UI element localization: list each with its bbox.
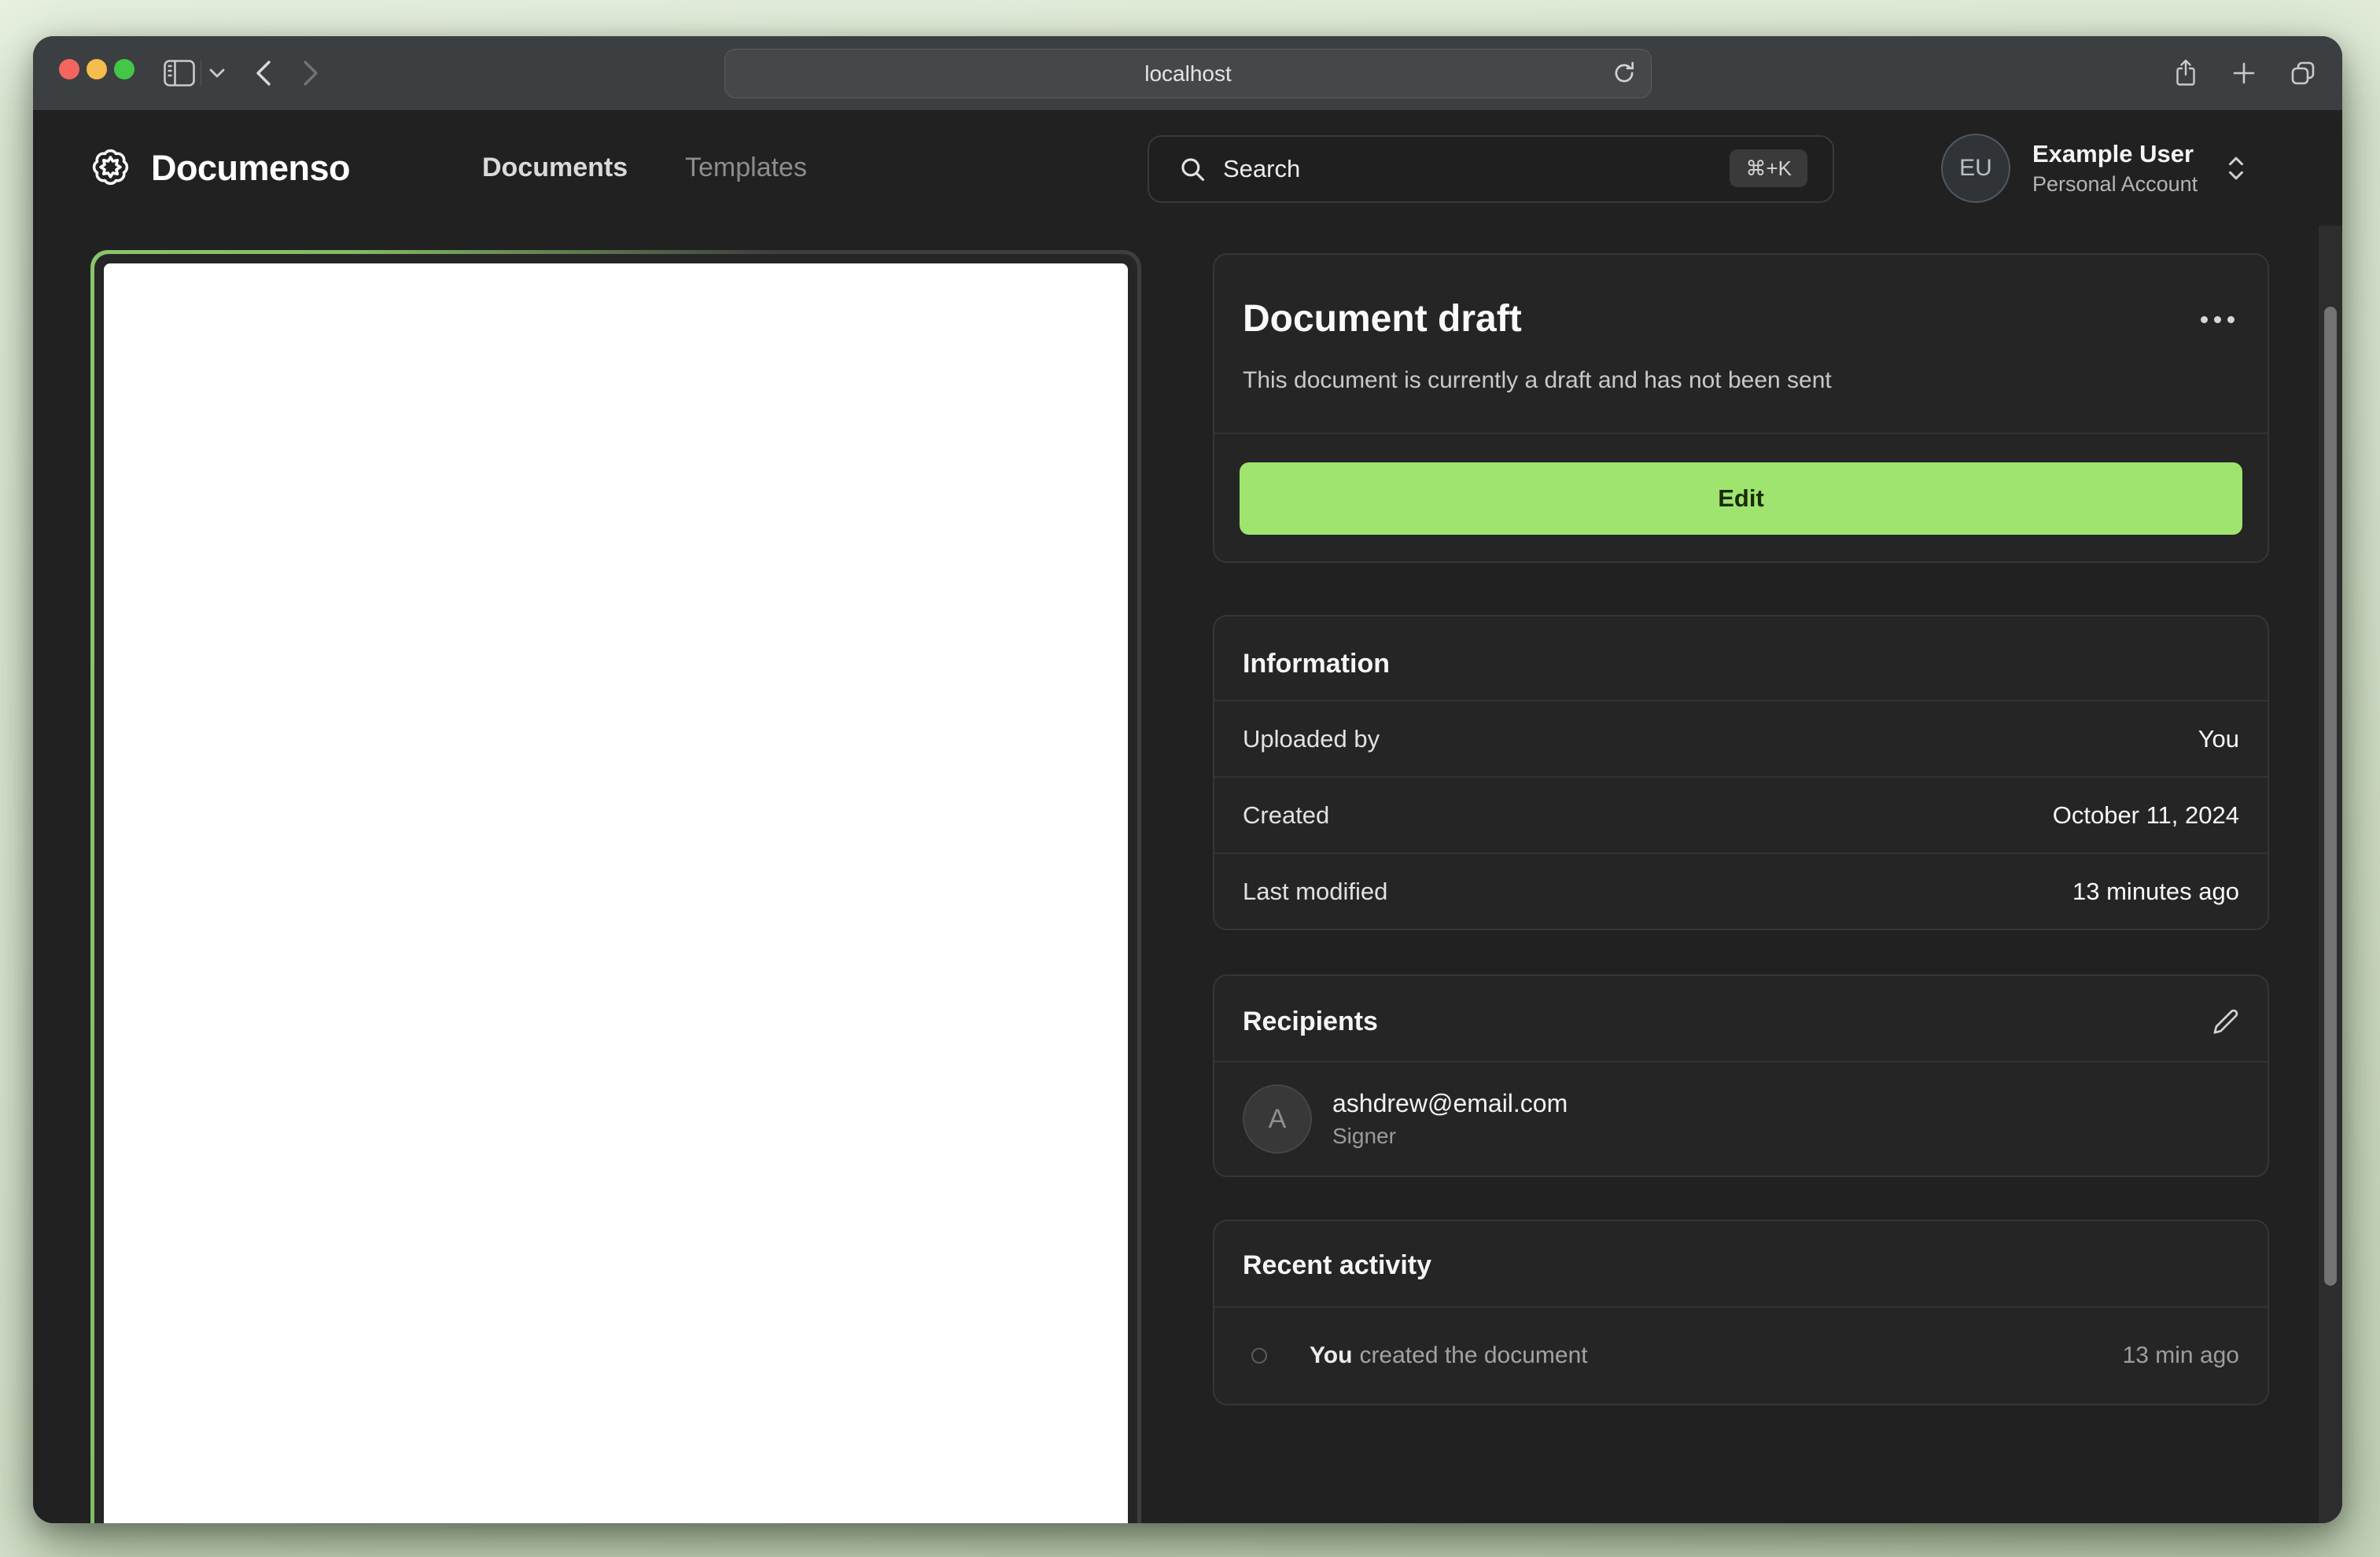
- user-initials: EU: [1959, 154, 1992, 181]
- document-preview-inner: [94, 254, 1137, 1523]
- user-info: Example User Personal Account: [2032, 139, 2198, 197]
- chevron-up-down-icon: [2224, 151, 2248, 186]
- recipient-initial: A: [1268, 1103, 1287, 1134]
- search-input[interactable]: Search ⌘+K: [1148, 135, 1834, 203]
- scrollbar-thumb[interactable]: [2324, 307, 2337, 1286]
- edit-button[interactable]: Edit: [1240, 462, 2242, 535]
- info-row-uploaded-by: Uploaded by You: [1214, 701, 2268, 776]
- new-tab-icon[interactable]: [2229, 36, 2259, 110]
- browser-window: localhost Documenso Documents Templates …: [33, 36, 2342, 1523]
- user-avatar: EU: [1941, 133, 2010, 203]
- recipients-card: Recipients A ashdrew@email.com Signer: [1213, 974, 2269, 1177]
- brand-wordmark[interactable]: Documenso: [151, 110, 351, 226]
- information-card-header: Information: [1214, 617, 2268, 700]
- recipient-avatar: A: [1243, 1084, 1312, 1154]
- draft-title: Document draft: [1243, 298, 1522, 340]
- edit-recipients-icon[interactable]: [2212, 1008, 2239, 1035]
- nav-documents[interactable]: Documents: [482, 110, 628, 226]
- document-preview-frame: [90, 250, 1141, 1523]
- user-menu[interactable]: EU Example User Personal Account: [1941, 110, 2248, 226]
- activity-action: created the document: [1359, 1342, 1588, 1368]
- info-value: October 11, 2024: [2052, 801, 2239, 829]
- browser-toolbar: localhost: [33, 36, 2342, 112]
- activity-text: You created the document: [1310, 1342, 1588, 1369]
- search-shortcut-badge: ⌘+K: [1730, 149, 1807, 187]
- info-row-created: Created October 11, 2024: [1214, 776, 2268, 852]
- chevron-down-icon[interactable]: [208, 36, 227, 110]
- draft-subtitle: This document is currently a draft and h…: [1243, 367, 1832, 393]
- information-title: Information: [1243, 649, 1390, 679]
- activity-dot-icon: [1251, 1348, 1267, 1364]
- info-row-last-modified: Last modified 13 minutes ago: [1214, 852, 2268, 929]
- nav-templates[interactable]: Templates: [685, 110, 807, 226]
- tab-overview-icon[interactable]: [2287, 36, 2319, 110]
- main-content: Document draft This document is currentl…: [33, 226, 2342, 1523]
- close-window-button[interactable]: [59, 59, 79, 79]
- info-value: 13 minutes ago: [2072, 877, 2239, 905]
- more-options-icon[interactable]: [2201, 315, 2234, 323]
- zoom-window-button[interactable]: [114, 59, 134, 79]
- sidebar-toggle-icon[interactable]: [162, 36, 197, 110]
- activity-time: 13 min ago: [2122, 1342, 2239, 1368]
- user-name: Example User: [2032, 139, 2194, 167]
- app-page: Documenso Documents Templates Search ⌘+K…: [33, 110, 2342, 1523]
- documenso-logo-icon[interactable]: [88, 145, 133, 190]
- information-rows: Uploaded by You Created October 11, 2024…: [1214, 701, 2268, 929]
- user-account-type: Personal Account: [2032, 171, 2198, 196]
- info-label: Created: [1243, 801, 1330, 829]
- info-label: Uploaded by: [1243, 724, 1380, 753]
- activity-title: Recent activity: [1243, 1250, 1431, 1280]
- recipients-title: Recipients: [1243, 1007, 1378, 1036]
- desktop-background: { "browser": { "url": "localhost" }, "he…: [0, 0, 2380, 1557]
- recipient-email: ashdrew@email.com: [1332, 1089, 1568, 1117]
- document-sidebar: Document draft This document is currentl…: [1213, 253, 2269, 1405]
- info-value: You: [2198, 724, 2239, 753]
- recent-activity-card: Recent activity You created the document …: [1213, 1220, 2269, 1405]
- document-page: [104, 263, 1128, 1523]
- refresh-icon[interactable]: [1610, 59, 1638, 87]
- activity-actor: You: [1310, 1342, 1353, 1368]
- address-bar[interactable]: localhost: [724, 49, 1652, 98]
- document-draft-card: Document draft This document is currentl…: [1213, 253, 2269, 563]
- recipient-info: ashdrew@email.com Signer: [1332, 1088, 1568, 1150]
- search-icon: [1179, 156, 1206, 182]
- activity-card-header: Recent activity: [1214, 1221, 2268, 1306]
- address-bar-url: localhost: [1144, 61, 1232, 86]
- share-icon[interactable]: [2171, 36, 2201, 110]
- minimize-window-button[interactable]: [87, 59, 107, 79]
- information-card: Information Uploaded by You Created Octo…: [1213, 615, 2269, 930]
- draft-card-header: Document draft This document is currentl…: [1214, 255, 2268, 432]
- info-label: Last modified: [1243, 877, 1388, 905]
- app-header: Documenso Documents Templates Search ⌘+K…: [33, 110, 2342, 227]
- recipient-row: A ashdrew@email.com Signer: [1214, 1062, 2268, 1176]
- draft-card-actions: Edit: [1214, 434, 2268, 561]
- activity-row: You created the document 13 min ago: [1214, 1308, 2268, 1404]
- search-placeholder: Search: [1223, 155, 1301, 182]
- recipient-role: Signer: [1332, 1124, 1396, 1148]
- recipients-card-header: Recipients: [1214, 976, 2268, 1061]
- forward-button-icon[interactable]: [297, 36, 324, 110]
- back-button-icon[interactable]: [250, 36, 277, 110]
